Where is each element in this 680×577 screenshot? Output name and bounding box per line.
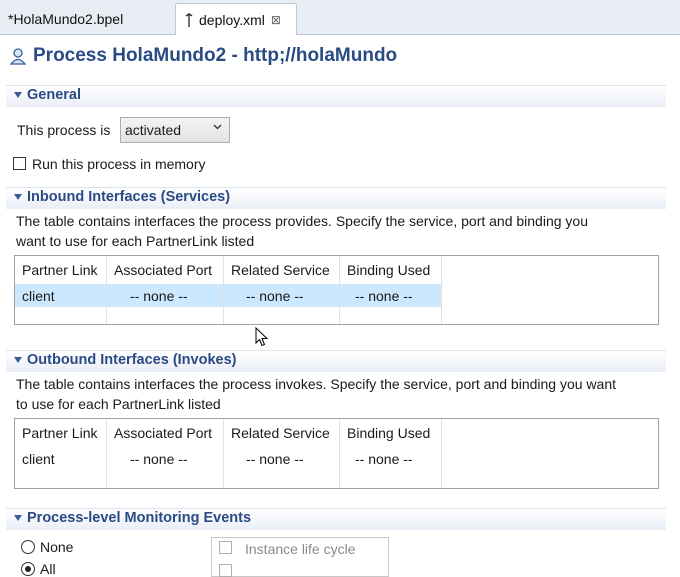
- process-state-value: activated: [125, 122, 182, 138]
- cell-partner-link[interactable]: client: [22, 288, 55, 304]
- instance-life-cycle-label: Instance life cycle: [245, 541, 356, 557]
- column-header-binding-used[interactable]: Binding Used: [347, 425, 430, 441]
- chevron-down-icon: [213, 124, 222, 130]
- section-title: General: [27, 87, 81, 103]
- tab-deploy-xml[interactable]: deploy.xml ⊠: [175, 3, 297, 35]
- column-header-related-service[interactable]: Related Service: [231, 262, 330, 278]
- section-title: Process-level Monitoring Events: [27, 510, 252, 526]
- section-outbound-header[interactable]: Outbound Interfaces (Invokes): [6, 350, 666, 372]
- column-header-related-service[interactable]: Related Service: [231, 425, 330, 441]
- section-monitoring-header[interactable]: Process-level Monitoring Events: [6, 508, 666, 530]
- tab-label: deploy.xml: [199, 11, 265, 28]
- section-title: Outbound Interfaces (Invokes): [27, 352, 237, 368]
- section-general-header[interactable]: General: [6, 85, 666, 107]
- inbound-interfaces-table: Partner Link Associated Port Related Ser…: [14, 255, 659, 325]
- cell-related-service[interactable]: -- none --: [246, 288, 304, 304]
- tab-holamundo-bpel[interactable]: *HolaMundo2.bpel: [0, 3, 172, 34]
- run-in-memory-checkbox[interactable]: [13, 157, 26, 170]
- chevron-down-icon[interactable]: [14, 515, 22, 521]
- column-header-partner-link[interactable]: Partner Link: [22, 425, 97, 441]
- outbound-description-line2: to use for each PartnerLink listed: [16, 396, 221, 412]
- monitoring-all-radio[interactable]: [21, 562, 35, 576]
- cell-partner-link[interactable]: client: [22, 451, 55, 467]
- column-header-associated-port[interactable]: Associated Port: [114, 262, 212, 278]
- cell-associated-port[interactable]: -- none --: [130, 288, 188, 304]
- run-in-memory-label: Run this process in memory: [32, 156, 206, 172]
- cell-binding-used[interactable]: -- none --: [355, 288, 413, 304]
- cell-binding-used[interactable]: -- none --: [355, 451, 413, 467]
- chevron-down-icon[interactable]: [14, 92, 22, 98]
- column-header-binding-used[interactable]: Binding Used: [347, 262, 430, 278]
- cell-related-service[interactable]: -- none --: [246, 451, 304, 467]
- process-state-select[interactable]: activated: [120, 117, 230, 143]
- inbound-description-line2: want to use for each PartnerLink listed: [16, 233, 255, 249]
- editor-tab-bar: *HolaMundo2.bpel deploy.xml ⊠: [0, 0, 680, 35]
- column-header-partner-link[interactable]: Partner Link: [22, 262, 97, 278]
- instance-life-cycle-checkbox[interactable]: [219, 541, 232, 554]
- page-title: Process HolaMundo2 - http;//holaMundo: [33, 45, 398, 66]
- deploy-file-icon: [185, 12, 193, 27]
- section-inbound-header[interactable]: Inbound Interfaces (Services): [6, 187, 666, 209]
- monitoring-all-label: All: [40, 561, 56, 577]
- monitoring-none-radio[interactable]: [21, 540, 35, 554]
- process-state-label: This process is: [17, 122, 111, 138]
- tab-label: *HolaMundo2.bpel: [8, 10, 124, 27]
- mouse-cursor-icon: [255, 327, 269, 347]
- outbound-interfaces-table: Partner Link Associated Port Related Ser…: [14, 418, 659, 489]
- section-title: Inbound Interfaces (Services): [27, 189, 231, 205]
- close-tab-icon[interactable]: ⊠: [271, 13, 281, 27]
- column-header-associated-port[interactable]: Associated Port: [114, 425, 212, 441]
- process-icon: [9, 48, 27, 65]
- monitoring-none-label: None: [40, 539, 74, 555]
- cell-associated-port[interactable]: -- none --: [130, 451, 188, 467]
- chevron-down-icon[interactable]: [14, 357, 22, 363]
- outbound-description-line1: The table contains interfaces the proces…: [16, 376, 617, 392]
- inbound-description-line1: The table contains interfaces the proces…: [16, 213, 588, 229]
- event-checkbox[interactable]: [219, 564, 232, 577]
- chevron-down-icon[interactable]: [14, 194, 22, 200]
